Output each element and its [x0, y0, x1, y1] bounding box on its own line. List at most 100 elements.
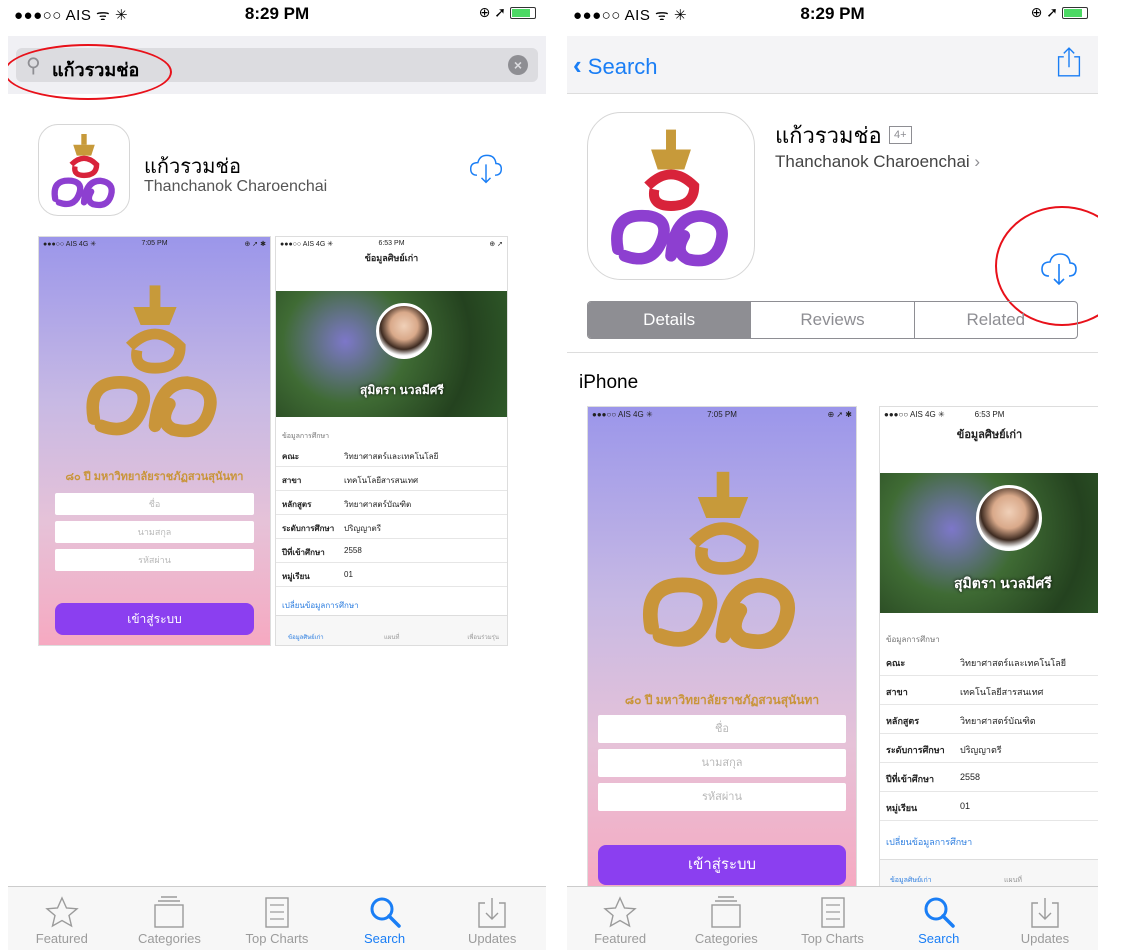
profile-header: ข้อมูลศิษย์เก่า: [956, 429, 1023, 441]
login-button: เข้าสู่ระบบ: [55, 603, 254, 635]
login-last-name-field: นามสกุล: [598, 749, 846, 777]
screenshot-status-bar: ●●●○○ AIS 4G ✳ 6:53 PM: [884, 410, 1005, 419]
tab-label: Categories: [694, 931, 758, 946]
app-developer[interactable]: Thanchanok Charoenchai: [144, 178, 327, 196]
section-title-iphone: iPhone: [579, 372, 639, 393]
profile-name: สุมิตรา นวลมีศรี: [360, 383, 444, 397]
age-rating-badge: 4+: [889, 126, 912, 144]
profile-row: หมู่เรียน 01: [276, 563, 507, 587]
profile-row-label: ระดับการศึกษา: [886, 745, 945, 755]
screenshot-profile[interactable]: ●●●○○ AIS 4G ✳ 6:53 PM ข้อมูลศิษย์เก่า ส…: [879, 406, 1098, 890]
gold-logo-icon: [86, 285, 217, 438]
status-bar: ●●●○○ AIS ᯤ ✳ 8:29 PM ⊕ ➚: [8, 0, 546, 26]
star-icon: [45, 896, 79, 928]
status-icons: ⊕ ➚: [1031, 4, 1088, 21]
screenshot-profile[interactable]: ●●●○○ AIS 4G ✳ 6:53 PM ⊕ ➚ ข้อมูลศิษย์เก…: [275, 236, 508, 646]
tab-label: Categories: [137, 931, 201, 946]
profile-row-label: หลักสูตร: [282, 500, 312, 509]
profile-row-label: สาขา: [886, 687, 908, 697]
login-first-name-field: ชื่อ: [598, 715, 846, 743]
profile-row: หมู่เรียน 01: [880, 792, 1098, 821]
profile-row: หลักสูตร วิทยาศาสตร์บัณฑิต: [276, 491, 507, 515]
profile-row: ระดับการศึกษา ปริญญาตรี: [880, 734, 1098, 763]
tab-label: Top Charts: [245, 931, 309, 946]
profile-row-label: สาขา: [282, 476, 302, 485]
app-name: แก้วรวมช่อ: [775, 123, 882, 148]
tab-top-charts[interactable]: Top Charts: [223, 887, 331, 950]
profile-row: ระดับการศึกษา ปริญญาตรี: [276, 515, 507, 539]
profile-row-value: 01: [344, 570, 353, 579]
tab-label: Updates: [467, 931, 517, 946]
profile-row-value: 2558: [344, 546, 362, 555]
share-icon[interactable]: [1056, 46, 1082, 83]
login-password-field: รหัสผ่าน: [598, 783, 846, 811]
app-logo-icon: [611, 129, 728, 267]
profile-cover-photo: สุมิตรา นวลมีศรี: [276, 291, 507, 417]
left-screen-search-results: ●●●○○ AIS ᯤ ✳ 8:29 PM ⊕ ➚ ⚲ แก้วรวมช่อ ×…: [8, 0, 546, 950]
top-charts-icon: [265, 897, 289, 928]
profile-row-label: ปีที่เข้าศึกษา: [282, 548, 325, 557]
tab-bar: Featured Categories Top Charts Search Update…: [567, 886, 1098, 950]
profile-row-value: วิทยาศาสตร์และเทคโนโลยี: [960, 658, 1067, 668]
battery-icon: [1062, 7, 1088, 20]
tab-updates[interactable]: Updates: [438, 887, 546, 950]
screenshot-status-bar: ●●●○○ AIS 4G ✳ 6:53 PM ⊕ ➚: [280, 240, 503, 248]
tab-label: Updates: [1020, 931, 1070, 946]
tab-label: Search: [363, 931, 406, 946]
profile-row-value: 2558: [960, 772, 981, 782]
tab-search[interactable]: Search: [886, 887, 992, 950]
profile-row-label: หมู่เรียน: [886, 803, 918, 813]
tab-featured[interactable]: Featured: [8, 887, 116, 950]
profile-tab-bar: ข้อมูลศิษย์เก่า แผนที่: [880, 859, 1098, 889]
profile-row: ปีที่เข้าศึกษา 2558: [276, 539, 507, 563]
tab-featured[interactable]: Featured: [567, 887, 673, 950]
tab-categories[interactable]: Categories: [673, 887, 779, 950]
profile-row-value: วิทยาศาสตร์บัณฑิต: [960, 716, 1036, 726]
chevron-left-icon: ‹: [573, 50, 582, 80]
status-time: 8:29 PM: [244, 4, 310, 23]
app-icon: [587, 112, 755, 280]
back-button[interactable]: ‹ Search: [573, 50, 658, 81]
download-cloud-icon[interactable]: [468, 150, 504, 186]
tab-top-charts[interactable]: Top Charts: [779, 887, 885, 950]
tab-label: Featured: [594, 931, 647, 946]
clear-search-icon[interactable]: ×: [508, 55, 528, 75]
tab-search[interactable]: Search: [331, 887, 439, 950]
screenshot-login[interactable]: ●●●○○ AIS 4G ✳ 7:05 PM ⊕ ➚ ✱ ๘๐ ปี มหาวิ…: [587, 406, 857, 890]
segment-related[interactable]: Related: [913, 302, 1077, 338]
profile-row-label: ระดับการศึกษา: [282, 524, 335, 533]
nav-bar: ‹ Search: [567, 36, 1098, 94]
tab-label: Top Charts: [801, 931, 864, 946]
profile-avatar: [976, 485, 1042, 551]
screenshot-status-bar: ●●●○○ AIS 4G ✳ 7:05 PM ⊕ ➚ ✱: [43, 240, 266, 248]
profile-avatar: [376, 303, 432, 359]
chevron-right-icon: ›: [969, 152, 981, 171]
divider: [567, 352, 1098, 353]
profile-row-label: คณะ: [886, 658, 906, 668]
profile-row: คณะ วิทยาศาสตร์และเทคโนโลยี: [880, 647, 1098, 676]
profile-row-value: ปริญญาตรี: [960, 745, 1002, 755]
profile-row-label: หมู่เรียน: [282, 572, 310, 581]
login-first-name-field: ชื่อ: [55, 493, 254, 515]
screenshot-login[interactable]: ●●●○○ AIS 4G ✳ 7:05 PM ⊕ ➚ ✱ ๘๐ ปี มหาวิ…: [38, 236, 271, 646]
screenshot-status-bar: ●●●○○ AIS 4G ✳ 7:05 PM ⊕ ➚ ✱: [592, 410, 852, 419]
app-logo-icon: [51, 134, 115, 209]
app-developer-link[interactable]: Thanchanok Charoenchai ›: [775, 152, 980, 172]
profile-row: หลักสูตร วิทยาศาสตร์บัณฑิต: [880, 705, 1098, 734]
categories-icon: [154, 896, 185, 928]
status-bar: ●●●○○ AIS ᯤ ✳ 8:29 PM ⊕ ➚: [567, 0, 1098, 26]
segment-control: Details Reviews Related: [587, 301, 1078, 339]
segment-reviews[interactable]: Reviews: [750, 302, 913, 338]
profile-header: ข้อมูลศิษย์เก่า: [364, 253, 419, 263]
profile-cover-photo: สุมิตรา นวลมีศรี: [880, 473, 1098, 613]
profile-name: สุมิตรา นวลมีศรี: [954, 575, 1052, 591]
login-button: เข้าสู่ระบบ: [598, 845, 846, 885]
tab-categories[interactable]: Categories: [116, 887, 224, 950]
profile-section-title: ข้อมูลการศึกษา: [886, 635, 940, 644]
tab-updates[interactable]: Updates: [992, 887, 1098, 950]
profile-tab-bar: ข้อมูลศิษย์เก่า แผนที่ เพื่อนร่วมรุ่น: [276, 615, 507, 645]
segment-details[interactable]: Details: [588, 302, 751, 338]
profile-row: สาขา เทคโนโลยีสารสนเทศ: [276, 467, 507, 491]
profile-row-value: เทคโนโลยีสารสนเทศ: [960, 687, 1044, 697]
app-icon[interactable]: [38, 124, 130, 216]
